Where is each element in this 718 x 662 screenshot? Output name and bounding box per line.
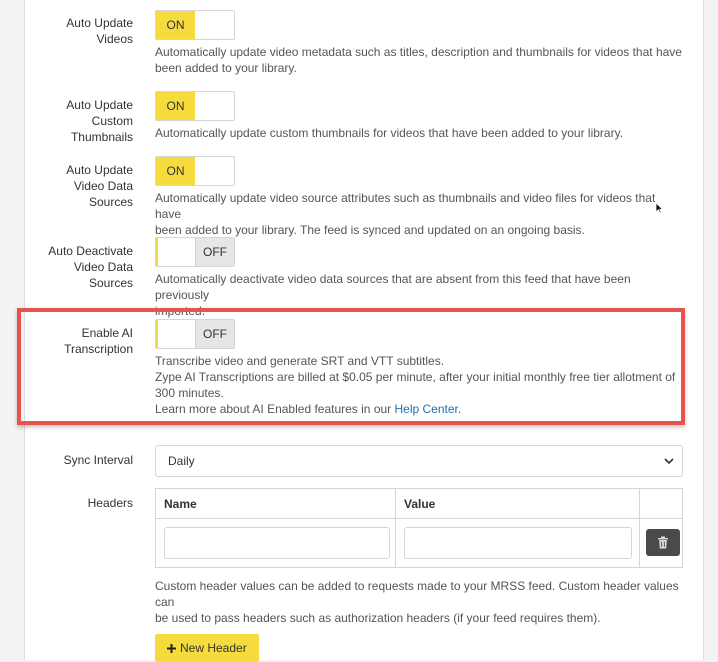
setting-description: Automatically update video source attrib… — [155, 191, 656, 237]
toggle-state-label: ON — [156, 92, 195, 120]
mouse-cursor-icon — [655, 202, 664, 214]
setting-description: Automatically update video metadata such… — [155, 45, 682, 75]
headers-table: Name Value — [155, 488, 683, 568]
setting-description: Transcribe video and generate SRT and VT… — [155, 353, 683, 417]
auto-update-video-data-sources-toggle[interactable]: ON — [155, 156, 235, 186]
sync-interval-label: Sync Interval — [63, 453, 133, 467]
auto-update-videos-toggle[interactable]: ON — [155, 10, 235, 40]
setting-label: Enable AI Transcription — [64, 326, 133, 356]
headers-label: Headers — [87, 496, 133, 510]
plus-icon — [167, 643, 176, 653]
settings-panel: Auto Update Videos ON Automatically upda… — [24, 0, 704, 662]
help-center-link[interactable]: Help Center — [395, 402, 458, 416]
setting-description: Automatically deactivate video data sour… — [155, 272, 631, 318]
setting-label: Auto Update Custom Thumbnails — [66, 98, 133, 144]
toggle-state-label: ON — [156, 11, 195, 39]
column-header-actions — [640, 489, 682, 519]
header-name-input[interactable] — [164, 527, 390, 559]
setting-label: Auto Deactivate Video Data Sources — [48, 244, 133, 290]
new-header-button[interactable]: New Header — [155, 634, 259, 662]
chevron-down-icon — [664, 458, 674, 465]
toggle-state-label: OFF — [195, 320, 234, 348]
setting-label: Auto Update Video Data Sources — [66, 163, 133, 209]
delete-header-button[interactable] — [646, 529, 680, 556]
trash-icon — [658, 536, 668, 549]
column-header-name: Name — [156, 489, 396, 519]
auto-update-custom-thumbnails-toggle[interactable]: ON — [155, 91, 235, 121]
column-header-value: Value — [396, 489, 640, 519]
sync-interval-selected: Daily — [168, 454, 195, 468]
setting-description: Automatically update custom thumbnails f… — [155, 126, 624, 140]
learn-more-line: Learn more about AI Enabled features in … — [155, 402, 462, 416]
auto-deactivate-toggle[interactable]: OFF — [155, 237, 235, 267]
sync-interval-select[interactable]: Daily — [155, 445, 683, 477]
new-header-label: New Header — [180, 641, 247, 655]
headers-description: Custom header values can be added to req… — [155, 579, 679, 625]
header-value-input[interactable] — [404, 527, 632, 559]
enable-ai-transcription-toggle[interactable]: OFF — [155, 319, 235, 349]
toggle-state-label: OFF — [195, 238, 234, 266]
toggle-state-label: ON — [156, 157, 195, 185]
setting-label: Auto Update Videos — [66, 16, 133, 46]
